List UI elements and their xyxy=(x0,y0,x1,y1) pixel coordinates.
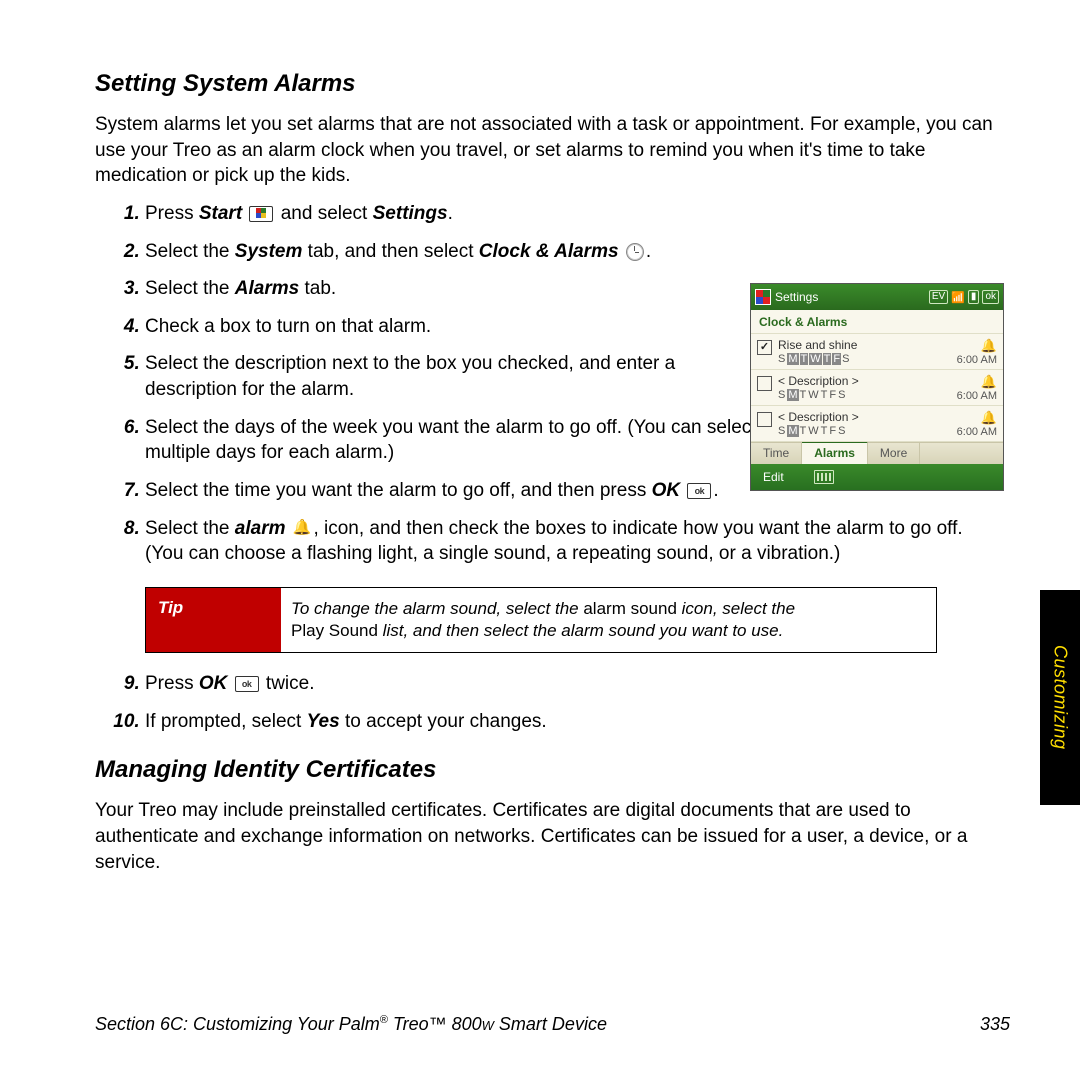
step-5: Select the description next to the box y… xyxy=(145,351,765,402)
ss-alarm-rows: ✓Rise and shineSMTWTFS🔔6:00 AM< Descript… xyxy=(751,334,1003,442)
page-number: 335 xyxy=(980,1014,1010,1035)
alarm-checkbox xyxy=(757,412,772,427)
tip-label: Tip xyxy=(146,588,281,652)
intro-paragraph-1: System alarms let you set alarms that ar… xyxy=(95,112,995,189)
ss-tab-alarms: Alarms xyxy=(802,441,868,464)
keyboard-icon xyxy=(814,470,834,484)
ss-tab-more: More xyxy=(868,443,920,464)
bell-icon: 🔔 xyxy=(957,338,997,354)
ss-subtitle: Clock & Alarms xyxy=(751,310,1003,334)
step-7: Select the time you want the alarm to go… xyxy=(145,478,765,504)
ss-tab-time: Time xyxy=(751,443,802,464)
alarm-checkbox: ✓ xyxy=(757,340,772,355)
intro-paragraph-2: Your Treo may include preinstalled certi… xyxy=(95,798,995,875)
alarm-description: < Description > xyxy=(778,410,957,424)
alarm-time: 6:00 AM xyxy=(957,426,997,438)
side-tab-customizing: Customizing xyxy=(1040,590,1080,805)
signal-icon: 📶 xyxy=(951,291,965,304)
alarm-time: 6:00 AM xyxy=(957,390,997,402)
step-10: If prompted, select Yes to accept your c… xyxy=(145,709,995,735)
clock-alarms-screenshot: Settings EV 📶 ▮ ok Clock & Alarms ✓ Rise … xyxy=(750,283,1004,491)
ss-menubar: Edit xyxy=(751,464,1003,490)
bell-icon: 🔔 xyxy=(957,410,997,426)
tip-box: Tip To change the alarm sound, select th… xyxy=(145,587,937,653)
status-ok: ok xyxy=(982,290,999,304)
alarm-days: SMTWTFS xyxy=(778,353,957,365)
battery-icon: ▮ xyxy=(968,290,980,304)
ss-menu-edit: Edit xyxy=(763,470,784,484)
ok-button-icon: ok xyxy=(687,483,711,499)
ss-titlebar: Settings EV 📶 ▮ ok xyxy=(751,284,1003,310)
step-6: Select the days of the week you want the… xyxy=(145,415,765,466)
start-flag-icon xyxy=(249,206,273,222)
footer-section-title: Section 6C: Customizing Your Palm® Treo™… xyxy=(95,1014,607,1035)
alarm-time: 6:00 AM xyxy=(957,354,997,366)
page-footer: Section 6C: Customizing Your Palm® Treo™… xyxy=(95,1014,1010,1035)
alarm-checkbox xyxy=(757,376,772,391)
alarm-row: ✓ Rise and shineSMTWTFS🔔6:00 AM xyxy=(751,334,1003,370)
ss-tabs: TimeAlarmsMore xyxy=(751,442,1003,464)
ss-status-area: EV 📶 ▮ ok xyxy=(929,290,999,304)
heading-setting-system-alarms: Setting System Alarms xyxy=(95,70,995,98)
tip-body: To change the alarm sound, select the al… xyxy=(281,588,936,652)
step-4: Check a box to turn on that alarm. xyxy=(145,314,765,340)
ok-button-icon: ok xyxy=(235,676,259,692)
step-8: Select the alarm 🔔, icon, and then check… xyxy=(145,516,995,567)
status-ev: EV xyxy=(929,290,948,304)
heading-managing-identity-certificates: Managing Identity Certificates xyxy=(95,756,995,784)
alarm-row: < Description >SMTWTFS🔔6:00 AM xyxy=(751,370,1003,406)
step-1: Press Start and select Settings. xyxy=(145,201,995,227)
alarm-description: < Description > xyxy=(778,374,957,388)
alarm-days: SMTWTFS xyxy=(778,425,957,437)
clock-alarms-icon xyxy=(626,243,644,261)
ss-title: Settings xyxy=(775,290,818,304)
steps-list-cont: Press OK ok twice. If prompted, select Y… xyxy=(95,671,995,734)
alarm-row: < Description >SMTWTFS🔔6:00 AM xyxy=(751,406,1003,442)
alarm-bell-icon: 🔔 xyxy=(293,518,312,538)
alarm-days: SMTWTFS xyxy=(778,389,957,401)
step-2: Select the System tab, and then select C… xyxy=(145,239,995,265)
alarm-description: Rise and shine xyxy=(778,338,957,352)
windows-flag-icon xyxy=(755,289,771,305)
bell-icon: 🔔 xyxy=(957,374,997,390)
step-9: Press OK ok twice. xyxy=(145,671,995,697)
